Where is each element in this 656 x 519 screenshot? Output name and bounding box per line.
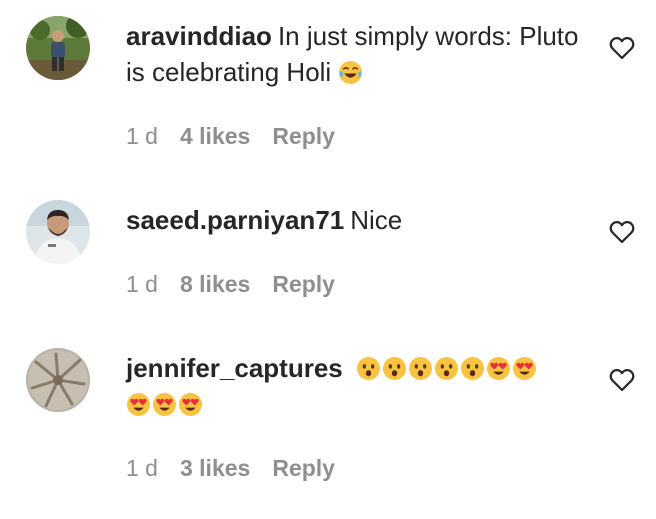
comment-likes[interactable]: 4 likes: [180, 123, 250, 149]
like-heart-icon[interactable]: [609, 220, 635, 244]
heart-eyes-face-icon: [512, 356, 537, 381]
comment-body: aravinddiao In just simply words: Pluto i…: [126, 18, 586, 90]
comment-meta: 1 d 8 likes Reply: [126, 271, 357, 298]
comment-body: jennifer_captures: [126, 350, 586, 422]
avatar[interactable]: [26, 200, 90, 264]
heart-eyes-face-icon: [126, 392, 151, 417]
heart-eyes-face-icon: [178, 392, 203, 417]
reply-button[interactable]: Reply: [272, 123, 335, 149]
avatar[interactable]: [26, 348, 90, 412]
comment-username[interactable]: aravinddiao: [126, 21, 272, 51]
hushed-face-icon: [460, 356, 485, 381]
like-heart-icon[interactable]: [609, 36, 635, 60]
heart-eyes-face-icon: [486, 356, 511, 381]
like-heart-icon[interactable]: [609, 368, 635, 392]
face-with-tears-of-joy-icon: [338, 60, 363, 85]
reply-button[interactable]: Reply: [272, 271, 335, 297]
comment-username[interactable]: jennifer_captures: [126, 353, 343, 383]
hushed-face-icon: [434, 356, 459, 381]
comment-time: 1 d: [126, 123, 158, 149]
comment-likes[interactable]: 3 likes: [180, 455, 250, 481]
heart-eyes-face-icon: [152, 392, 177, 417]
comment-time: 1 d: [126, 455, 158, 481]
hushed-face-icon: [382, 356, 407, 381]
comment-meta: 1 d 3 likes Reply: [126, 455, 357, 482]
comment-time: 1 d: [126, 271, 158, 297]
hushed-face-icon: [408, 356, 433, 381]
comment-body: saeed.parniyan71 Nice: [126, 202, 586, 238]
hushed-face-icon: [356, 356, 381, 381]
comment-username[interactable]: saeed.parniyan71: [126, 205, 344, 235]
comment-meta: 1 d 4 likes Reply: [126, 123, 357, 150]
reply-button[interactable]: Reply: [272, 455, 335, 481]
comment-likes[interactable]: 8 likes: [180, 271, 250, 297]
comment-text: Nice: [350, 205, 403, 235]
avatar[interactable]: [26, 16, 90, 80]
